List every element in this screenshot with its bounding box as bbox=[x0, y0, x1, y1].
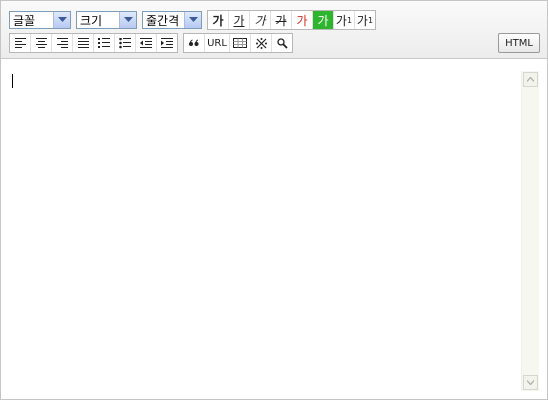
unordered-list-button[interactable] bbox=[115, 34, 136, 52]
special-char-button[interactable] bbox=[251, 34, 272, 52]
italic-label: 가 bbox=[254, 13, 266, 28]
font-select-value: 글꼴 bbox=[13, 13, 36, 28]
unordered-list-icon bbox=[119, 37, 131, 48]
scroll-up-button[interactable] bbox=[523, 72, 538, 87]
align-right-button[interactable] bbox=[52, 34, 73, 52]
bold-label: 가 bbox=[212, 13, 224, 28]
underline-label: 가 bbox=[233, 13, 245, 28]
align-center-icon bbox=[35, 38, 47, 48]
special-char-icon bbox=[255, 37, 267, 49]
chevron-down-icon bbox=[119, 12, 136, 28]
search-button[interactable] bbox=[272, 34, 292, 52]
ordered-list-icon bbox=[98, 37, 110, 48]
superscript-mark: 1 bbox=[346, 15, 353, 25]
font-color-label: 가 bbox=[296, 13, 308, 28]
lineheight-select[interactable]: 줄간격 bbox=[142, 11, 202, 29]
html-mode-button[interactable]: HTML bbox=[498, 33, 540, 53]
table-icon bbox=[233, 38, 247, 48]
align-left-icon bbox=[14, 38, 26, 48]
justify-icon bbox=[77, 38, 89, 48]
bold-button[interactable]: 가 bbox=[208, 11, 229, 29]
toolbar-row-paragraph: URL bbox=[9, 32, 298, 54]
quote-icon bbox=[189, 39, 199, 46]
insert-group: URL bbox=[183, 33, 293, 53]
vertical-scrollbar[interactable] bbox=[521, 71, 539, 391]
editor-toolbar: 글꼴 크기 줄간격 가 가 가 가 가 가 가1 가1 URL HTML bbox=[1, 1, 547, 59]
search-icon bbox=[276, 37, 288, 49]
chevron-down-icon bbox=[53, 12, 70, 28]
underline-button[interactable]: 가 bbox=[229, 11, 250, 29]
paragraph-group bbox=[9, 33, 178, 53]
url-button[interactable]: URL bbox=[205, 34, 230, 52]
editor-content-area[interactable] bbox=[1, 59, 547, 399]
align-center-button[interactable] bbox=[31, 34, 52, 52]
justify-button[interactable] bbox=[73, 34, 94, 52]
size-select[interactable]: 크기 bbox=[76, 11, 137, 29]
subscript-mark: 1 bbox=[367, 15, 374, 25]
size-select-value: 크기 bbox=[80, 13, 103, 28]
text-caret bbox=[12, 74, 13, 88]
superscript-button[interactable]: 가1 bbox=[334, 11, 355, 29]
lineheight-select-value: 줄간격 bbox=[146, 13, 180, 28]
outdent-button[interactable] bbox=[136, 34, 157, 52]
font-color-button[interactable]: 가 bbox=[292, 11, 313, 29]
strikethrough-button[interactable]: 가 bbox=[271, 11, 292, 29]
ordered-list-button[interactable] bbox=[94, 34, 115, 52]
align-right-icon bbox=[56, 38, 68, 48]
chevron-down-icon bbox=[184, 12, 201, 28]
chevron-down-icon bbox=[527, 380, 534, 385]
align-left-button[interactable] bbox=[10, 34, 31, 52]
quote-button[interactable] bbox=[184, 34, 205, 52]
scroll-down-button[interactable] bbox=[523, 375, 538, 390]
subscript-label: 가 bbox=[356, 13, 368, 28]
html-mode-label: HTML bbox=[505, 37, 533, 49]
subscript-button[interactable]: 가1 bbox=[355, 11, 375, 29]
superscript-label: 가 bbox=[335, 13, 347, 28]
strikethrough-label: 가 bbox=[275, 13, 287, 28]
toolbar-row-format: 글꼴 크기 줄간격 가 가 가 가 가 가 가1 가1 bbox=[9, 9, 381, 31]
chevron-up-icon bbox=[527, 77, 534, 82]
text-format-group: 가 가 가 가 가 가 가1 가1 bbox=[207, 10, 376, 30]
url-label: URL bbox=[207, 37, 227, 49]
html-editor: 글꼴 크기 줄간격 가 가 가 가 가 가 가1 가1 URL HTML bbox=[0, 0, 548, 400]
outdent-icon bbox=[140, 38, 152, 48]
highlight-color-label: 가 bbox=[317, 13, 329, 28]
highlight-color-button[interactable]: 가 bbox=[313, 11, 334, 29]
table-button[interactable] bbox=[230, 34, 251, 52]
font-select[interactable]: 글꼴 bbox=[9, 11, 71, 29]
indent-icon bbox=[161, 38, 173, 48]
italic-button[interactable]: 가 bbox=[250, 11, 271, 29]
indent-button[interactable] bbox=[157, 34, 177, 52]
